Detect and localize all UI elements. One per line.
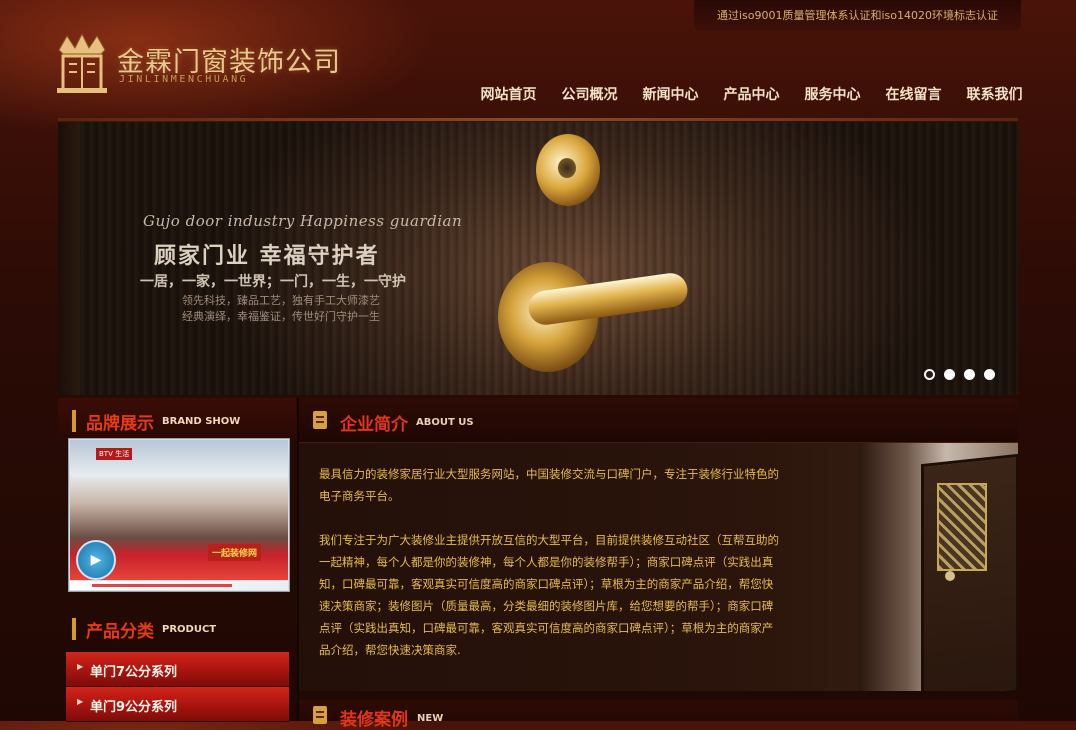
door-glass [937, 483, 987, 571]
category-item-label: 单门9公分系列 [90, 700, 178, 715]
about-title-en: ABOUT US [416, 417, 474, 428]
brand-video-player[interactable]: BTV 生活 一起装修网 ▶ [68, 438, 290, 592]
banner-edge [58, 122, 80, 395]
about-paragraph-1: 最具信力的装修家居行业大型服务网站，中国装修交流与口碑门户，专注于装修行业特色的… [319, 467, 779, 503]
document-icon [313, 411, 327, 429]
banner-english-tagline: Gujo door industry Happiness guardian [143, 212, 463, 230]
category-title-en: PRODUCT [162, 624, 217, 635]
nav-item-service[interactable]: 服务中心 [792, 84, 873, 104]
video-frame: BTV 生活 一起装修网 ▶ [70, 440, 288, 580]
brand-title: 品牌展示 [86, 414, 154, 434]
about-content: 最具信力的装修家居行业大型服务网站，中国装修交流与口碑门户，专注于装修行业特色的… [299, 443, 1018, 691]
main-nav: 网站首页 公司概况 新闻中心 产品中心 服务中心 在线留言 联系我们 [468, 84, 1035, 104]
logo-emblem-icon [57, 32, 107, 93]
category-item-label: 单门7公分系列 [90, 665, 178, 680]
slide-dot-1[interactable] [924, 369, 935, 380]
about-paragraph-2: 我们专注于为广大装修业主提供开放互信的大型平台，目前提供装修互动社区（互帮互助的… [319, 533, 779, 657]
play-icon[interactable]: ▶ [76, 540, 116, 580]
banner-line-2: 经典演绎，幸福鉴证，传世好门守护一生 [182, 310, 380, 323]
logo[interactable]: 金霖门窗装饰公司 JINLINMENCHUANG [55, 32, 355, 98]
nav-item-company[interactable]: 公司概况 [549, 84, 630, 104]
banner-line-1: 领先科技，臻品工艺，独有手工大师漆艺 [182, 294, 380, 307]
nav-item-contact[interactable]: 联系我们 [954, 84, 1035, 104]
cases-title: 装修案例 [340, 710, 408, 730]
slide-dot-2[interactable] [944, 369, 955, 380]
brand-section-header: 品牌展示 BRAND SHOW [58, 398, 296, 438]
about-text: 最具信力的装修家居行业大型服务网站，中国装修交流与口碑门户，专注于装修行业特色的… [319, 463, 779, 683]
nav-item-news[interactable]: 新闻中心 [630, 84, 711, 104]
document-icon [313, 706, 327, 724]
brand-title-en: BRAND SHOW [162, 416, 241, 427]
video-caption: 一起装修网 [208, 544, 262, 561]
category-item[interactable]: ▶ 单门7公分系列 [66, 652, 289, 687]
slide-dot-3[interactable] [964, 369, 975, 380]
video-channel-logo: BTV 生活 [96, 448, 133, 460]
section-bar-icon [72, 618, 76, 640]
about-title: 企业简介 [340, 415, 408, 435]
cases-title-en: NEW [417, 713, 444, 724]
slide-indicators [924, 369, 995, 380]
keyhole-icon [558, 158, 576, 178]
header-divider [58, 118, 1018, 121]
door-knob [945, 571, 955, 581]
video-progress[interactable] [92, 584, 232, 587]
logo-subtitle: JINLINMENCHUANG [119, 74, 249, 85]
category-item[interactable]: ▶ 单门9公分系列 [66, 687, 289, 722]
door-product-image [859, 443, 1018, 691]
hero-banner[interactable]: Gujo door industry Happiness guardian 顾家… [58, 122, 1018, 395]
video-control-bar[interactable] [70, 581, 288, 590]
about-section-header: 企业简介 ABOUT US [299, 398, 1018, 443]
category-section-header: 产品分类 PRODUCT [58, 606, 296, 646]
nav-item-message[interactable]: 在线留言 [873, 84, 954, 104]
slide-dot-4[interactable] [984, 369, 995, 380]
arrow-right-icon: ▶ [77, 662, 84, 671]
nav-item-products[interactable]: 产品中心 [711, 84, 792, 104]
category-title: 产品分类 [86, 622, 154, 642]
banner-tagline: 一居，一家，一世界；一门，一生，一守护 [140, 274, 406, 290]
certification-notice: 通过iso9001质量管理体系认证和iso14020环境标志认证 [694, 0, 1021, 31]
cases-section-header: 装修案例 NEW [299, 700, 1018, 730]
banner-slogan: 顾家门业 幸福守护者 [154, 244, 380, 269]
arrow-right-icon: ▶ [77, 697, 84, 706]
nav-item-home[interactable]: 网站首页 [468, 84, 549, 104]
section-bar-icon [72, 410, 76, 432]
